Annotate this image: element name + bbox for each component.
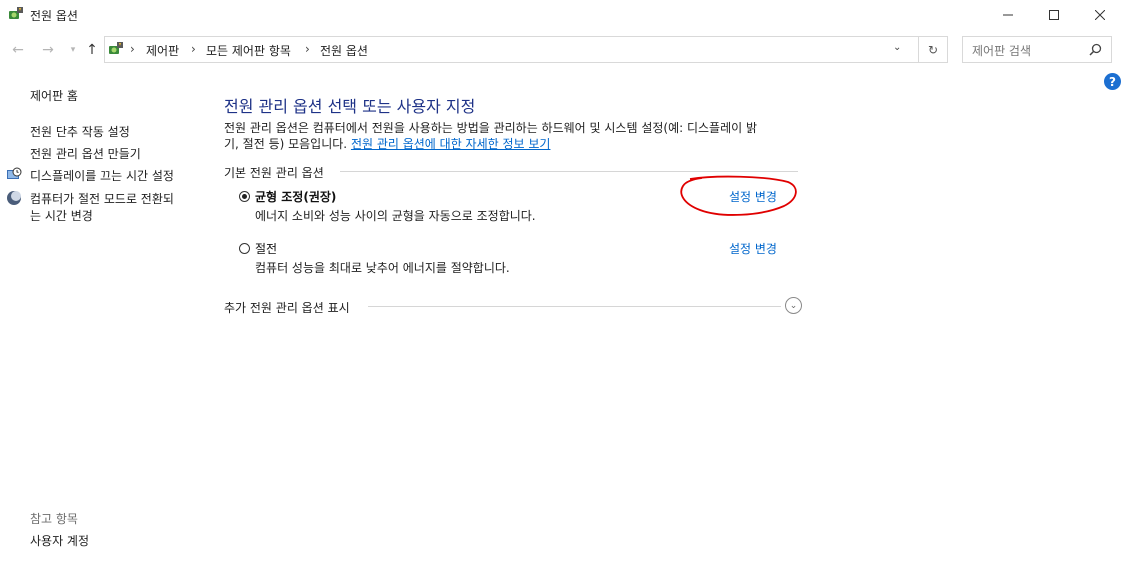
minimize-button[interactable] — [985, 0, 1031, 30]
group-divider — [340, 171, 798, 172]
sidebar-item-display-off[interactable]: 디스플레이를 끄는 시간 설정 — [30, 167, 174, 184]
breadcrumb-power-options[interactable]: 전원 옵션 — [320, 42, 368, 59]
sidebar-item-sleep-cont[interactable]: 는 시간 변경 — [30, 207, 93, 224]
plan-saver-name[interactable]: 절전 — [255, 240, 277, 257]
description-line: 전원 관리 옵션은 컴퓨터에서 전원을 사용하는 방법을 관리하는 하드웨어 및… — [224, 121, 758, 135]
more-info-link[interactable]: 전원 관리 옵션에 대한 자세한 정보 보기 — [351, 137, 551, 151]
plan-saver-radio[interactable] — [239, 243, 250, 254]
moon-icon — [7, 191, 21, 205]
red-annotation-circle — [680, 175, 797, 216]
maximize-icon — [1049, 10, 1059, 20]
arrow-left-icon: ← — [12, 42, 24, 58]
maximize-button[interactable] — [1031, 0, 1077, 30]
arrow-up-icon: ↑ — [86, 42, 98, 58]
see-also-title: 참고 항목 — [30, 512, 78, 526]
address-dropdown-button[interactable]: ⌄ — [893, 42, 901, 53]
power-options-icon — [109, 42, 123, 54]
up-button[interactable]: ↑ — [82, 40, 102, 60]
show-more-plans-label[interactable]: 추가 전원 관리 옵션 표시 — [224, 299, 350, 316]
plan-balanced-desc: 에너지 소비와 성능 사이의 균형을 자동으로 조정합니다. — [255, 209, 536, 223]
chevron-down-icon: ▾ — [70, 45, 76, 55]
forward-button[interactable]: → — [38, 40, 58, 60]
close-icon — [1095, 10, 1105, 20]
search-icon[interactable] — [1089, 43, 1102, 56]
page-title: 전원 관리 옵션 선택 또는 사용자 지정 — [224, 97, 476, 116]
power-options-icon — [9, 7, 23, 19]
breadcrumb-all-items[interactable]: 모든 제어판 항목 — [206, 42, 291, 59]
back-button[interactable]: ← — [8, 40, 28, 60]
refresh-button[interactable]: ↻ — [919, 36, 948, 63]
description-line-2: 기, 절전 등) 모음입니다. 전원 관리 옵션에 대한 자세한 정보 보기 — [224, 136, 814, 152]
plan-saver-desc: 컴퓨터 성능을 최대로 낮추어 에너지를 절약합니다. — [255, 261, 510, 275]
sidebar-item-power-buttons[interactable]: 전원 단추 작동 설정 — [30, 123, 130, 140]
plan-balanced-radio[interactable] — [239, 191, 250, 202]
chevron-down-icon[interactable]: ⌄ — [785, 297, 802, 314]
window-title: 전원 옵션 — [30, 9, 78, 23]
description-text: 기, 절전 등) 모음입니다. — [224, 137, 351, 151]
sidebar-item-sleep[interactable]: 컴퓨터가 절전 모드로 전환되 — [30, 190, 174, 207]
sidebar-item-create-plan[interactable]: 전원 관리 옵션 만들기 — [30, 145, 141, 162]
breadcrumb-separator: › — [130, 42, 135, 56]
radio-selected-dot — [242, 194, 247, 199]
search-placeholder: 제어판 검색 — [972, 44, 1032, 58]
group-title: 기본 전원 관리 옵션 — [224, 166, 324, 180]
breadcrumb-separator[interactable]: › — [191, 42, 196, 56]
close-button[interactable] — [1077, 0, 1123, 30]
display-clock-icon — [7, 167, 22, 179]
more-plans-divider — [368, 306, 781, 307]
sidebar-home[interactable]: 제어판 홈 — [30, 87, 78, 104]
recent-locations-button[interactable]: ▾ — [63, 40, 83, 60]
help-icon[interactable]: ? — [1104, 73, 1121, 90]
breadcrumb-separator[interactable]: › — [305, 42, 310, 56]
chevron-down-icon: ⌄ — [893, 42, 902, 53]
minimize-icon — [1003, 14, 1013, 16]
see-also-user-accounts[interactable]: 사용자 계정 — [30, 532, 89, 549]
arrow-right-icon: → — [42, 42, 54, 58]
page-description: 전원 관리 옵션은 컴퓨터에서 전원을 사용하는 방법을 관리하는 하드웨어 및… — [224, 120, 814, 152]
breadcrumb-control-panel[interactable]: 제어판 — [146, 42, 179, 59]
refresh-icon: ↻ — [927, 42, 939, 57]
plan-balanced-name[interactable]: 균형 조정(권장) — [255, 188, 336, 205]
plan-saver-change-settings[interactable]: 설정 변경 — [729, 240, 777, 257]
